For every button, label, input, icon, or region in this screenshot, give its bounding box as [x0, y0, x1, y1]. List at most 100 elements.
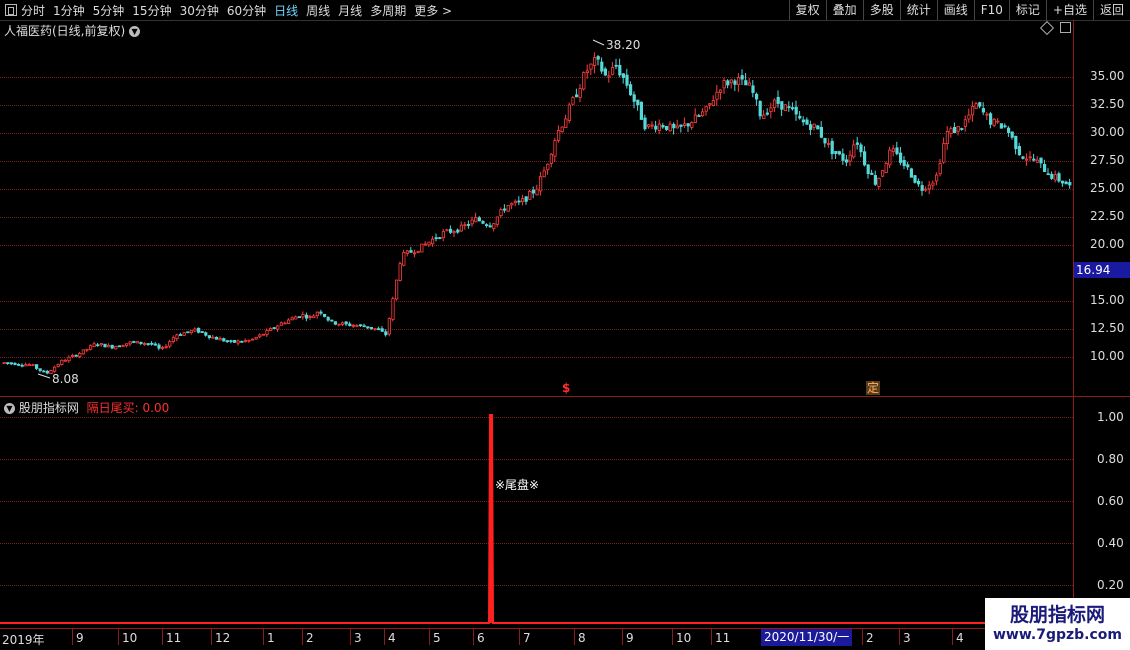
candle-body	[42, 370, 46, 373]
candle-body	[441, 231, 446, 238]
mark-button[interactable]: 标记	[1008, 0, 1046, 20]
candle-body	[207, 335, 211, 339]
price-tick: 32.50	[1090, 97, 1125, 111]
candle-body	[888, 149, 892, 166]
period-daily[interactable]: 日线	[274, 2, 298, 19]
price-tick: 10.00	[1090, 349, 1125, 363]
candle-body	[265, 330, 269, 335]
candle-body	[1017, 146, 1022, 156]
candle-body	[355, 324, 359, 327]
candle-body	[560, 126, 564, 133]
candle-body	[855, 142, 860, 145]
candle-body	[1057, 173, 1061, 182]
candle-body	[369, 327, 374, 329]
f10-button[interactable]: F10	[973, 0, 1009, 20]
candle-body	[312, 315, 316, 319]
window-icon[interactable]	[5, 4, 17, 16]
candle-body	[456, 229, 460, 233]
candle-body	[708, 103, 712, 106]
candle-body	[927, 184, 932, 190]
candle-body	[376, 328, 381, 331]
add-watchlist-button[interactable]: +自选	[1045, 0, 1093, 20]
period-weekly[interactable]: 周线	[306, 2, 330, 19]
overlay-button[interactable]: 叠加	[825, 0, 863, 20]
candle-body	[470, 219, 474, 225]
candle-body	[805, 119, 809, 125]
candle-body	[1032, 158, 1036, 161]
candle-body	[258, 334, 262, 338]
candle-body	[960, 128, 964, 130]
candle-body	[848, 154, 852, 162]
indicator-tick: 1.00	[1097, 410, 1124, 424]
candle-body	[647, 124, 651, 127]
candle-body	[186, 331, 190, 334]
candle-body	[661, 125, 665, 128]
candle-body	[758, 100, 762, 117]
candle-body	[71, 354, 75, 357]
candle-body	[229, 340, 233, 343]
watermark-title: 股朋指标网	[1009, 604, 1105, 626]
candle-body	[391, 298, 395, 320]
candle-body	[539, 176, 543, 192]
candle-body	[254, 336, 258, 340]
candle-body	[474, 217, 478, 223]
candle-body	[92, 343, 96, 347]
period-multi[interactable]: 多周期	[370, 2, 406, 19]
candle-body	[27, 364, 32, 366]
period-30min[interactable]: 30分钟	[180, 2, 219, 19]
candle-body	[719, 89, 723, 93]
candle-body	[74, 354, 78, 357]
stats-button[interactable]: 统计	[899, 0, 937, 20]
candle-body	[2, 362, 6, 364]
candle-body	[974, 103, 978, 109]
period-1min[interactable]: 1分钟	[53, 2, 85, 19]
candle-body	[611, 67, 615, 75]
candle-body	[971, 106, 975, 116]
candle-body	[632, 94, 636, 102]
adjust-button[interactable]: 复权	[788, 0, 826, 20]
multi-stock-button[interactable]: 多股	[862, 0, 900, 20]
draw-line-button[interactable]: 画线	[936, 0, 974, 20]
candle-body	[899, 152, 903, 163]
candle-body	[279, 322, 284, 326]
candle-body	[1014, 135, 1018, 150]
candle-body	[297, 316, 302, 319]
candle-body	[787, 106, 791, 109]
candle-body	[625, 74, 629, 86]
date-label: 6	[477, 631, 485, 645]
period-15min[interactable]: 15分钟	[132, 2, 171, 19]
candle-body	[193, 328, 197, 332]
candle-body	[866, 164, 870, 175]
period-5min[interactable]: 5分钟	[93, 2, 125, 19]
candle-body	[200, 331, 204, 333]
period-intraday[interactable]: 分时	[21, 2, 45, 19]
candle-body	[722, 80, 726, 89]
period-60min[interactable]: 60分钟	[227, 2, 266, 19]
date-label: 4	[388, 631, 396, 645]
candle-body	[114, 345, 118, 350]
period-monthly[interactable]: 月线	[338, 2, 362, 19]
candle-body	[438, 237, 442, 239]
back-button[interactable]: 返回	[1092, 0, 1130, 20]
candle-body	[578, 88, 582, 98]
price-tick: 20.00	[1090, 237, 1125, 251]
candle-body	[96, 344, 100, 347]
candle-body	[884, 162, 888, 173]
candle-body	[891, 148, 896, 152]
candle-body	[1021, 156, 1025, 159]
price-tick: 30.00	[1090, 125, 1125, 139]
high-pointer	[592, 39, 605, 46]
candle-body	[459, 224, 464, 232]
candle-body	[740, 75, 744, 80]
candle-body	[643, 117, 647, 130]
date-label: 10	[676, 631, 692, 645]
candle-body	[744, 80, 748, 86]
candle-body	[513, 200, 518, 204]
period-more[interactable]: 更多 >	[414, 2, 452, 19]
candle-body	[178, 334, 183, 336]
candle-body	[600, 61, 604, 72]
candle-body	[481, 220, 485, 224]
watermark-url: www.7gpzb.com	[992, 627, 1122, 643]
candle-body	[863, 151, 867, 166]
date-separator	[952, 629, 953, 645]
